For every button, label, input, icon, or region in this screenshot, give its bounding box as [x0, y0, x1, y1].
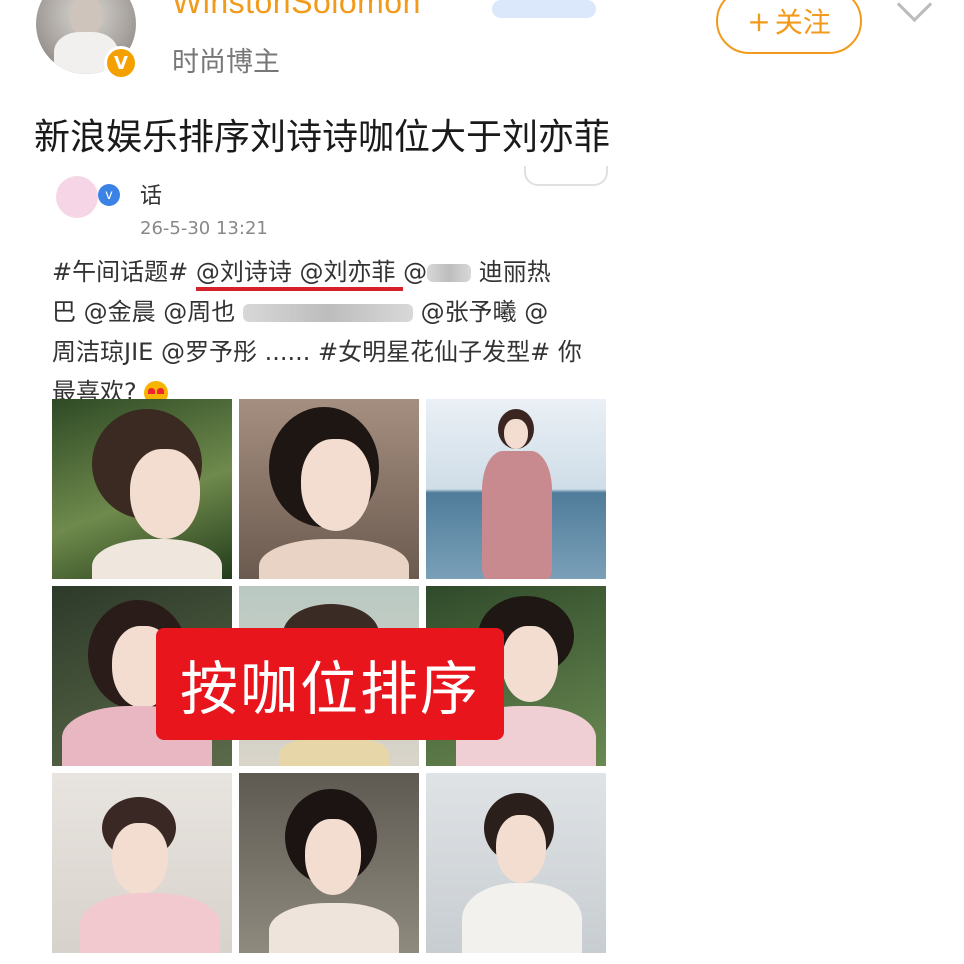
embedded-text-line-2: 巴 @金晨 @周也 @张予曦 @: [52, 292, 612, 332]
user-tag: 时尚博主: [172, 47, 280, 78]
embedded-follow-button-edge: [524, 166, 608, 186]
hashtag-hairstyle: #女明星花仙子发型#: [318, 338, 551, 366]
blurred-text: [427, 264, 472, 282]
username[interactable]: WinstonSolomon: [172, 0, 421, 21]
mention-liu-shishi: @刘诗诗: [195, 258, 292, 286]
mention-partial: 迪丽热: [478, 258, 551, 286]
follow-label: 关注: [774, 6, 831, 39]
avatar-head: [70, 0, 102, 36]
photo-2[interactable]: [239, 399, 419, 579]
post-text: 新浪娱乐排序刘诗诗咖位大于刘亦菲: [34, 117, 611, 158]
photo-3[interactable]: [426, 399, 606, 579]
mention-luo-yutong: @罗予彤: [160, 338, 257, 366]
mention-liu-yifei: @刘亦菲: [299, 258, 396, 286]
ellipsis: ......: [264, 338, 311, 366]
photo-7[interactable]: [52, 773, 232, 953]
embedded-author-name: 话: [140, 184, 163, 209]
blurred-text: [242, 304, 413, 322]
photo-1[interactable]: [52, 399, 232, 579]
embedded-screenshot: v 话 26-5-30 13:21 #午间话题# @刘诗诗 @刘亦菲 @ 迪丽热…: [40, 166, 620, 964]
hashtag-noon-topic: #午间话题#: [52, 258, 189, 286]
chevron-down-icon[interactable]: [896, 0, 933, 23]
ranking-banner: 按咖位排序: [156, 628, 504, 740]
embedded-text-line-1: #午间话题# @刘诗诗 @刘亦菲 @ 迪丽热: [52, 252, 612, 292]
mention-at: @: [403, 258, 428, 286]
mentions-underlined: @刘诗诗 @刘亦菲: [195, 258, 404, 291]
embedded-post-text: #午间话题# @刘诗诗 @刘亦菲 @ 迪丽热 巴 @金晨 @周也 @张予曦 @ …: [52, 252, 612, 412]
blue-verified-icon: v: [98, 184, 120, 206]
photo-9[interactable]: [426, 773, 606, 953]
mention-zhang-yuxi: @张予曦: [420, 298, 517, 326]
mention-zhou-ye: @周也: [163, 298, 236, 326]
embedded-text-line-3: 周洁琼JIE @罗予彤 ...... #女明星花仙子发型# 你: [52, 332, 612, 372]
mention-jin-chen: @金晨: [83, 298, 156, 326]
embedded-timestamp: 26-5-30 13:21: [140, 218, 268, 239]
follow-button[interactable]: + 关注: [716, 0, 862, 54]
plus-icon: +: [747, 4, 771, 38]
mention-at: @: [524, 298, 549, 326]
text-fragment: 你: [557, 338, 582, 366]
mention-zhou-jieqiong: 周洁琼JIE: [52, 338, 154, 366]
verified-v-icon: V: [104, 46, 138, 80]
text-fragment: 巴: [52, 298, 76, 326]
photo-8[interactable]: [239, 773, 419, 953]
embedded-avatar: [56, 176, 98, 218]
username-badge-decoration: [492, 0, 596, 18]
